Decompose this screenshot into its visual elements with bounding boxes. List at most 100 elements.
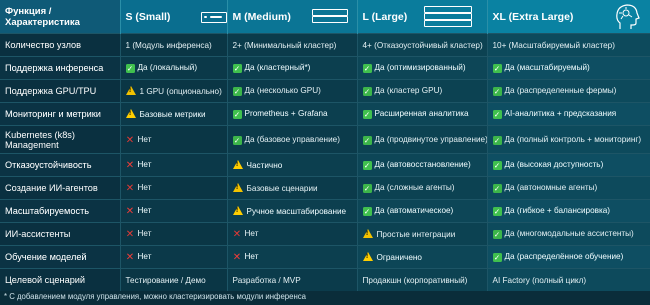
check-icon: ✓ [362, 110, 372, 119]
cell-xl: AI Factory (полный цикл) [487, 268, 650, 291]
cell-xl: 10+ (Масштабируемый кластер) [487, 33, 650, 57]
check-icon: ✓ [492, 161, 502, 170]
cell-m: ✕ Нет [227, 222, 358, 246]
row-label: Kubernetes (k8s) Management [0, 125, 121, 154]
cell-l: Продакшн (корпоративный) [357, 268, 488, 291]
check-icon: ✓ [232, 135, 242, 145]
table-row: Создание ИИ-агентов✕НетБазовые сценарии✓… [0, 176, 650, 200]
cell-text: 2+ (Минимальный кластер) [232, 40, 337, 50]
server-large-icon [423, 6, 472, 27]
cell-text: 1 GPU (опционально) [139, 87, 222, 96]
cell-m: 2+ (Минимальный кластер) [227, 33, 358, 57]
check-icon: ✓ [492, 253, 502, 262]
row-label: Количество узлов [0, 33, 121, 57]
check-icon: ✓ [492, 110, 502, 119]
row-label: Отказоустойчивость [0, 153, 121, 177]
check-icon: ✓ [232, 64, 242, 73]
cell-m: Базовые сценарии [227, 176, 358, 200]
footnote: * С добавлением модуля управления, можно… [4, 292, 307, 301]
warning-icon [125, 86, 136, 95]
cell-text: Нет [244, 229, 259, 238]
cell-text: Базовые метрики [139, 110, 206, 119]
cell-text: Базовые сценарии [246, 184, 318, 193]
cross-icon: ✕ [125, 160, 135, 171]
comparison-slide: Функция / Характеристика S (Small) M (Me… [0, 0, 650, 305]
cell-xl: ✓ Да (высокая доступность) [487, 153, 650, 177]
cross-icon: ✕ [125, 229, 135, 240]
cell-s: ✕ Нет [120, 153, 228, 177]
cell-xl: ✓ Да (распределенные фермы) [487, 79, 650, 103]
cell-text: AI Factory (полный цикл) [492, 275, 587, 285]
cell-text: Нет [137, 183, 152, 192]
cell-text: Тестирование / Демо [125, 275, 206, 285]
header-xl-label: XL (Extra Large) [492, 10, 574, 23]
cross-icon: ✕ [232, 252, 242, 263]
cell-m: Ручное масштабирование [227, 199, 358, 223]
cell-text: Да (несколько GPU) [244, 86, 321, 95]
header-row: Функция / Характеристика S (Small) M (Me… [0, 0, 650, 34]
cell-s: ✕ Нет [120, 125, 228, 154]
cell-text: Да (сложные агенты) [374, 183, 455, 192]
cell-text: Да (локальный) [137, 63, 198, 72]
cell-l: 4+ (Отказоустойчивый кластер) [357, 33, 488, 57]
table-row: Масштабируемость✕НетРучное масштабирован… [0, 199, 650, 223]
table-row: Отказоустойчивость✕НетЧастично✓Да (автов… [0, 153, 650, 177]
cell-m: Разработка / MVP [227, 268, 358, 291]
cell-text: AI-аналитика + предсказания [504, 109, 617, 118]
row-label: Обучение моделей [0, 245, 121, 269]
warning-icon [362, 229, 373, 238]
row-label: ИИ-ассистенты [0, 222, 121, 246]
check-icon: ✓ [232, 87, 242, 96]
cell-text: Да (автовосстановление) [374, 160, 471, 169]
cell-text: Да (кластер GPU) [374, 86, 443, 95]
cross-icon: ✕ [125, 183, 135, 194]
header-s-label: S (Small) [125, 10, 171, 23]
table-row: Обучение моделей✕Нет✕НетОграничено✓Да (р… [0, 245, 650, 269]
cell-s: ✓ Да (локальный) [120, 56, 228, 80]
cell-text: Нет [137, 134, 152, 144]
cell-xl: ✓ Да (масштабируемый) [487, 56, 650, 80]
cell-xl: ✓ Да (полный контроль + мониторинг) [487, 125, 650, 154]
row-label: Мониторинг и метрики [0, 102, 121, 126]
cell-text: Да (распределённое обучение) [504, 252, 624, 261]
cell-text: Разработка / MVP [232, 275, 301, 285]
header-m-label: M (Medium) [232, 10, 291, 23]
table-row: Поддержка GPU/TPU1 GPU (опционально)✓Да … [0, 79, 650, 103]
header-feature: Функция / Характеристика [0, 0, 121, 34]
cell-text: Да (базовое управление) [244, 134, 340, 144]
cell-text: Нет [137, 229, 152, 238]
cell-text: Да (высокая доступность) [504, 160, 604, 169]
row-label: Поддержка GPU/TPU [0, 79, 121, 103]
server-medium-icon [311, 9, 348, 23]
warning-icon [232, 183, 243, 192]
cell-text: Да (распределенные фермы) [504, 86, 617, 95]
cell-l: ✓ Расширенная аналитика [357, 102, 488, 126]
cell-m: ✓ Prometheus + Grafana [227, 102, 358, 126]
cell-text: Ручное масштабирование [246, 207, 347, 216]
check-icon: ✓ [362, 161, 372, 170]
check-icon: ✓ [362, 135, 372, 145]
cross-icon: ✕ [125, 252, 135, 263]
cell-text: 4+ (Отказоустойчивый кластер) [362, 40, 483, 50]
cell-s: ✕ Нет [120, 245, 228, 269]
check-icon: ✓ [232, 110, 242, 119]
check-icon: ✓ [492, 87, 502, 96]
cell-m: ✓ Да (базовое управление) [227, 125, 358, 154]
table-row: Kubernetes (k8s) Management ✕ Нет ✓ Да (базо… [0, 125, 650, 154]
cell-s: Базовые метрики [120, 102, 228, 126]
cell-xl: ✓ Да (многомодальные ассистенты) [487, 222, 650, 246]
table-row: Целевой сценарий Тестирование / Демо Разра… [0, 268, 650, 291]
table-row: ИИ-ассистенты✕Нет✕НетПростые интеграции✓… [0, 222, 650, 246]
cell-text: Да (кластерный*) [244, 63, 311, 72]
header-l: L (Large) [357, 0, 488, 34]
cell-text: Нет [137, 206, 152, 215]
cell-text: 1 (Модуль инференса) [125, 40, 212, 50]
row-label: Поддержка инференса [0, 56, 121, 80]
cell-text: Да (продвинутое управление) [374, 134, 487, 144]
header-l-label: L (Large) [362, 10, 408, 23]
cell-text: Нет [137, 252, 152, 261]
cell-l: Ограничено [357, 245, 488, 269]
cell-xl: ✓ Да (гибкое + балансировка) [487, 199, 650, 223]
warning-icon [232, 160, 243, 169]
row-label: Масштабируемость [0, 199, 121, 223]
